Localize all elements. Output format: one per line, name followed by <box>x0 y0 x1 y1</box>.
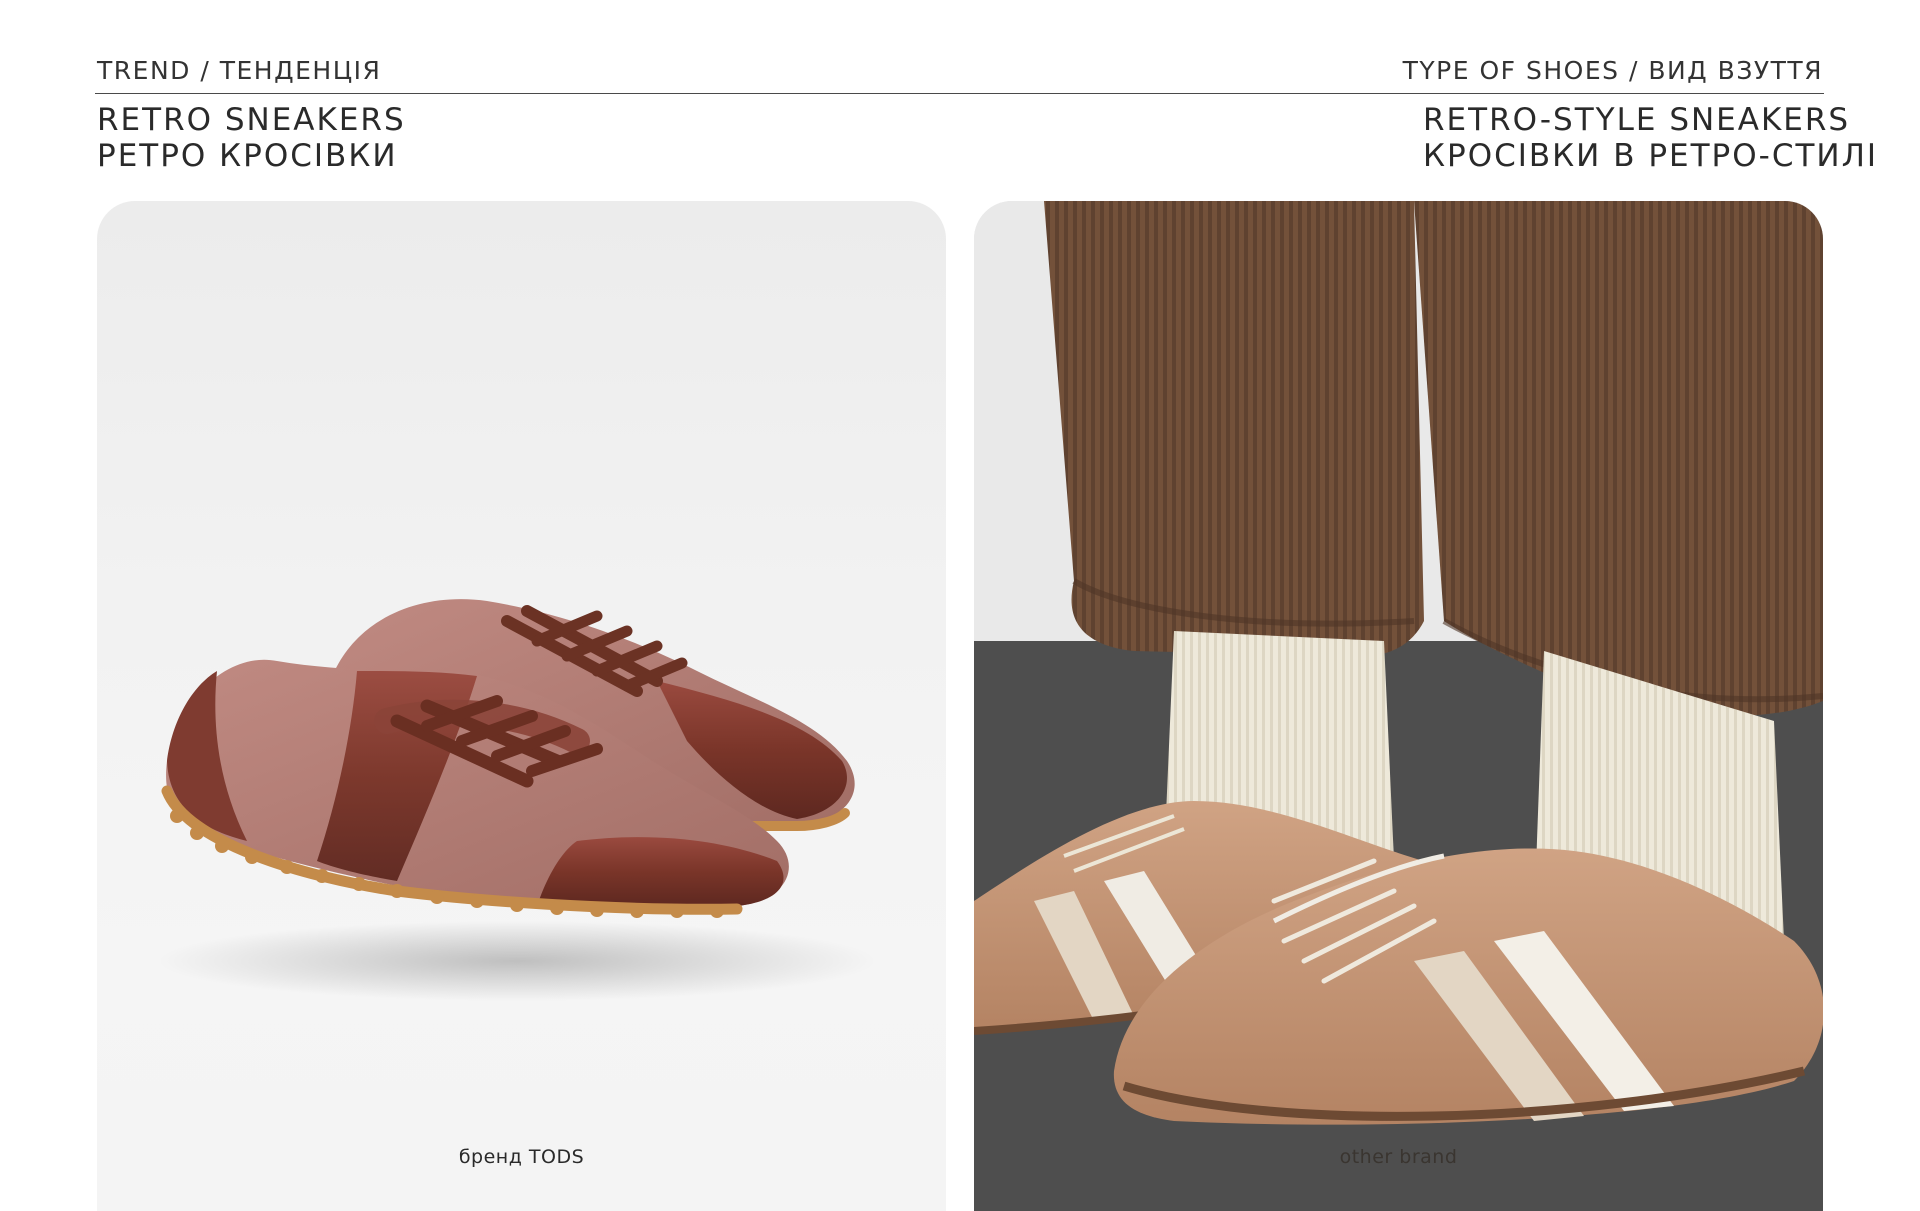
trend-label: TREND / ТЕНДЕНЦІЯ <box>97 56 382 85</box>
trend-title: RETRO SNEAKERS РЕТРО КРОСІВКИ <box>97 102 406 174</box>
left-trouser-leg <box>1044 201 1424 656</box>
product-photo-panel: бренд TODS <box>97 201 946 1211</box>
shoe-type-title-en: RETRO-STYLE SNEAKERS <box>1423 102 1851 138</box>
shoe-type-title-uk: КРОСІВКИ В РЕТРО-СТИЛІ <box>1423 138 1879 174</box>
lifestyle-caption: other brand <box>1339 1146 1458 1168</box>
shoe-type-title: RETRO-STYLE SNEAKERS КРОСІВКИ В РЕТРО-СТ… <box>1423 102 1878 174</box>
tods-sneakers-illustration <box>157 599 877 1001</box>
header-divider <box>95 93 1824 94</box>
lifestyle-sneakers-illustration <box>974 201 1823 1211</box>
type-of-shoes-label: TYPE OF SHOES / ВИД ВЗУТТЯ <box>1402 56 1823 85</box>
product-caption: бренд TODS <box>458 1146 585 1168</box>
lifestyle-photo-panel: other brand <box>974 201 1823 1211</box>
trend-title-uk: РЕТРО КРОСІВКИ <box>97 138 398 174</box>
trend-title-en: RETRO SNEAKERS <box>97 102 406 138</box>
